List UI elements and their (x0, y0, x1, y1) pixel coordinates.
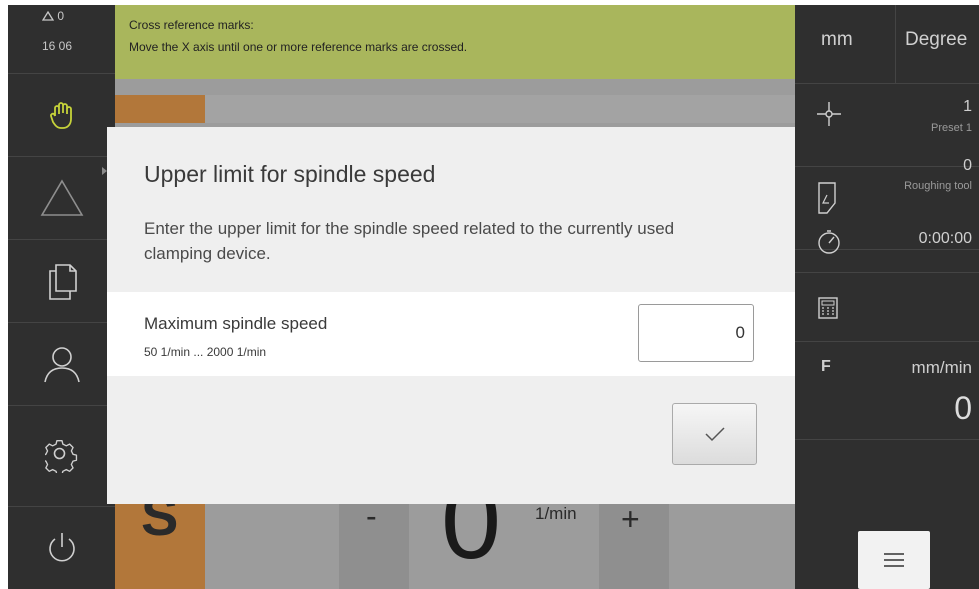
timer-value: 0:00:00 (918, 230, 972, 247)
max-spindle-speed-range: 50 1/min ... 2000 1/min (144, 345, 267, 359)
max-spindle-speed-label: Maximum spindle speed (144, 314, 328, 333)
hamburger-menu-icon (884, 553, 904, 567)
preset-row[interactable]: 1 Preset 1 (795, 84, 979, 167)
banner-message: Move the X axis until one or more refere… (129, 40, 468, 54)
calculator-row[interactable] (795, 272, 979, 342)
spindle-limit-dialog: Upper limit for spindle speed Enter the … (107, 127, 795, 504)
checkmark-icon (704, 427, 725, 442)
feed-unit: mm/min (911, 358, 972, 377)
units-selector: mm Degree (795, 5, 979, 84)
feed-letter: F (821, 358, 831, 375)
preset-label: Preset 1 (931, 122, 972, 134)
tool-label: Roughing tool (904, 180, 972, 192)
shutdown-menu-item[interactable] (8, 507, 115, 589)
file-management-menu-item[interactable] (8, 240, 115, 323)
spindle-increase-label: + (621, 501, 640, 537)
stopwatch-icon (818, 230, 840, 254)
axis-accent-strip (115, 95, 205, 123)
tool-icon (818, 182, 836, 214)
message-banner[interactable]: Cross reference marks: Move the X axis u… (115, 5, 795, 79)
max-spindle-speed-row: Maximum spindle speed 50 1/min ... 2000 … (107, 292, 795, 376)
status-area[interactable]: 0 16 06 (8, 5, 115, 74)
units-divider (895, 5, 896, 83)
axis-row-background (205, 95, 795, 123)
spindle-speed-unit: 1/min (535, 504, 577, 523)
menu-button[interactable] (858, 531, 930, 589)
feed-value: 0 (954, 390, 972, 426)
clock-time: 16 06 (42, 39, 73, 53)
warning-count: 0 (57, 9, 65, 23)
triangle-icon (40, 179, 83, 216)
messages-menu-item[interactable] (8, 157, 115, 240)
confirm-button[interactable] (672, 403, 757, 465)
warning-indicator: 0 (41, 9, 65, 23)
warning-triangle-icon (41, 10, 55, 21)
angle-unit-button[interactable]: Degree (905, 29, 967, 51)
gear-icon (44, 440, 77, 473)
files-icon (48, 264, 77, 300)
feed-rate-row[interactable] (795, 341, 979, 440)
manual-operation-menu-item[interactable] (8, 74, 115, 157)
banner-title: Cross reference marks: (129, 18, 254, 32)
preset-value: 1 (963, 98, 972, 115)
calculator-icon (818, 297, 838, 319)
settings-menu-item[interactable] (8, 406, 115, 507)
max-spindle-speed-input[interactable] (638, 304, 754, 362)
power-icon (48, 533, 75, 562)
dialog-title: Upper limit for spindle speed (144, 161, 436, 187)
dialog-description: Enter the upper limit for the spindle sp… (144, 219, 675, 263)
hand-icon (49, 102, 72, 129)
datum-preset-icon (817, 102, 841, 126)
main-menu-sidebar: 0 16 06 (8, 5, 115, 589)
length-unit-button[interactable]: mm (821, 29, 853, 51)
app-window: 0 16 06 Cross reference marks: Move the … (8, 5, 979, 589)
status-panel: mm Degree 1 Preset 1 0 Roughing tool 0:0… (795, 5, 979, 589)
user-login-menu-item[interactable] (8, 323, 115, 406)
tool-value: 0 (963, 157, 972, 174)
user-icon (43, 347, 80, 383)
